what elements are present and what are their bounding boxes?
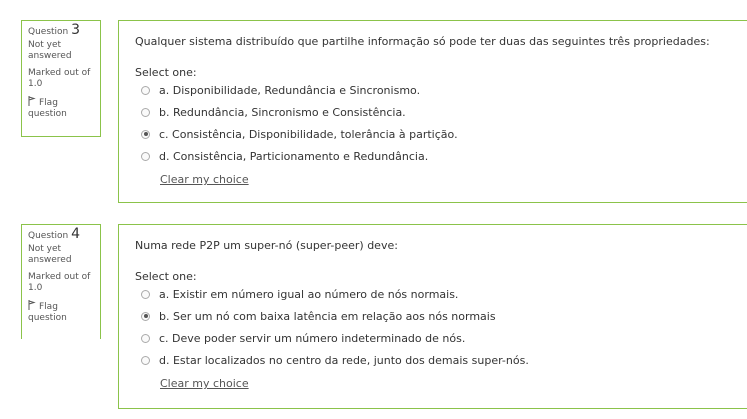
question-info-3: Question 3 Not yet answered Marked out o… — [21, 20, 101, 137]
flag-icon — [28, 300, 36, 310]
option-label: a. Disponibilidade, Redundância e Sincro… — [159, 83, 421, 97]
question-grade: Marked out of 1.0 — [28, 272, 91, 293]
answer-option-d[interactable]: d. Consistência, Particionamento e Redun… — [141, 145, 742, 167]
question-content-4: Numa rede P2P um super-nó (super-peer) d… — [118, 224, 747, 409]
answer-option-c[interactable]: c. Deve poder servir um número indetermi… — [141, 327, 742, 349]
answer-option-c[interactable]: c. Consistência, Disponibilidade, tolerâ… — [141, 123, 742, 145]
option-label: c. Deve poder servir um número indetermi… — [159, 331, 466, 345]
option-label: b. Redundância, Sincronismo e Consistênc… — [159, 105, 406, 119]
question-state: Not yet answered — [28, 40, 72, 61]
flag-icon — [28, 96, 36, 106]
flag-question-link[interactable]: Flag question — [28, 300, 94, 324]
question-number-value: 3 — [71, 22, 81, 38]
select-one-prompt: Select one: — [135, 270, 197, 283]
info-box-cutoff — [21, 339, 101, 419]
select-one-prompt: Select one: — [135, 66, 197, 79]
question-number-value: 4 — [71, 226, 81, 242]
question-number: Question 3 — [28, 22, 94, 38]
answer-option-a[interactable]: a. Disponibilidade, Redundância e Sincro… — [141, 79, 742, 101]
answer-option-b[interactable]: b. Ser um nó com baixa latência em relaç… — [141, 305, 742, 327]
answer-option-b[interactable]: b. Redundância, Sincronismo e Consistênc… — [141, 101, 742, 123]
radio-button[interactable] — [141, 107, 150, 117]
radio-button[interactable] — [141, 333, 150, 343]
option-label: b. Ser um nó com baixa latência em relaç… — [159, 309, 496, 323]
question-number: Question 4 — [28, 226, 94, 242]
question-label: Question — [28, 231, 69, 241]
flag-question-link[interactable]: Flag question — [28, 96, 94, 120]
radio-button[interactable] — [141, 355, 150, 365]
option-label: d. Estar localizados no centro da rede, … — [159, 353, 529, 367]
radio-button-selected[interactable] — [141, 311, 150, 321]
radio-button[interactable] — [141, 151, 150, 161]
option-label: a. Existir em número igual ao número de … — [159, 287, 459, 301]
radio-button[interactable] — [141, 289, 150, 299]
answer-option-d[interactable]: d. Estar localizados no centro da rede, … — [141, 349, 742, 371]
radio-button[interactable] — [141, 85, 150, 95]
option-label: d. Consistência, Particionamento e Redun… — [159, 149, 429, 163]
question-grade: Marked out of 1.0 — [28, 68, 91, 89]
option-label: c. Consistência, Disponibilidade, tolerâ… — [159, 127, 458, 141]
question-state: Not yet answered — [28, 244, 72, 265]
clear-choice-link[interactable]: Clear my choice — [160, 377, 249, 390]
question-label: Question — [28, 27, 69, 37]
question-text: Qualquer sistema distribuído que partilh… — [135, 35, 710, 48]
clear-choice-link[interactable]: Clear my choice — [160, 173, 249, 186]
question-text: Numa rede P2P um super-nó (super-peer) d… — [135, 239, 398, 252]
answer-option-a[interactable]: a. Existir em número igual ao número de … — [141, 283, 742, 305]
question-content-3: Qualquer sistema distribuído que partilh… — [118, 20, 747, 203]
question-info-4: Question 4 Not yet answered Marked out o… — [21, 224, 101, 341]
radio-button-selected[interactable] — [141, 129, 150, 139]
